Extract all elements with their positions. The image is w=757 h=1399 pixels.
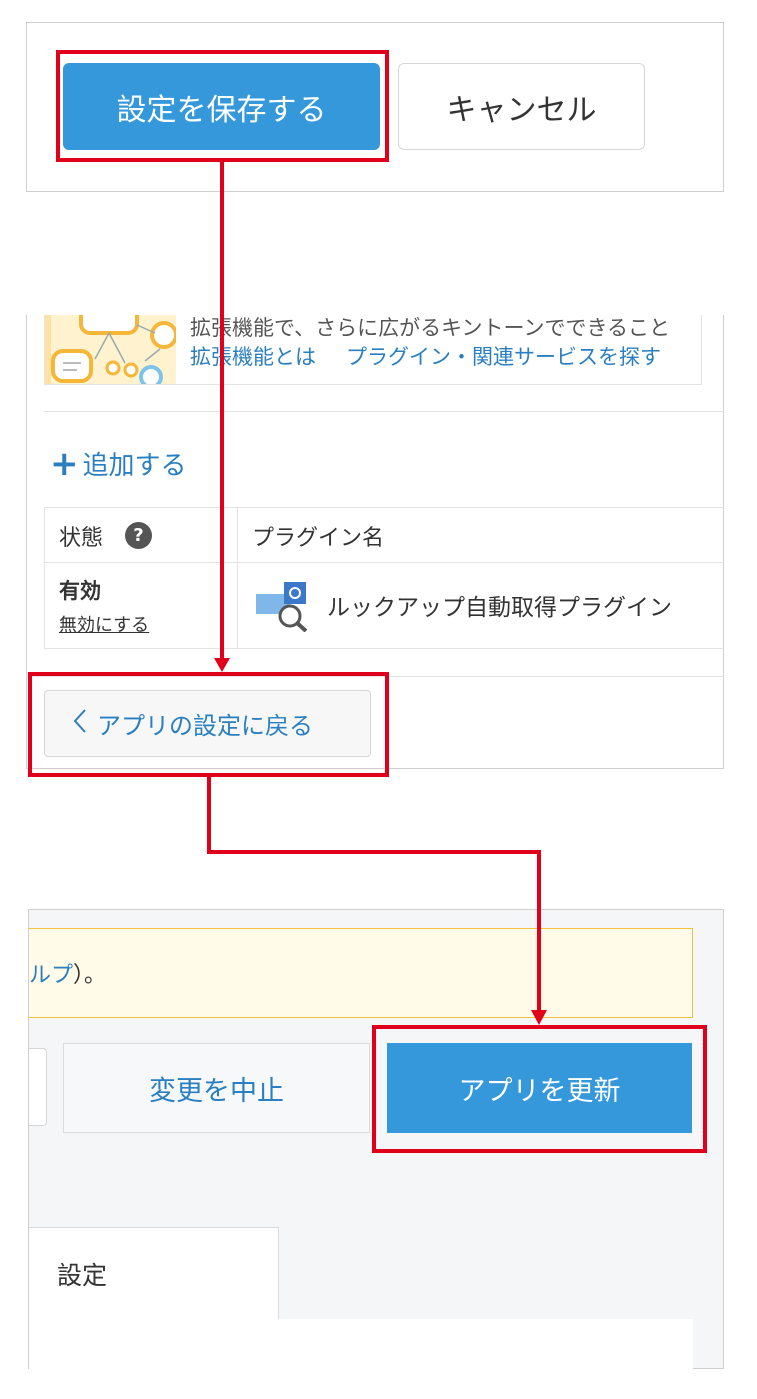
find-plugins-link[interactable]: プラグイン・関連サービスを探す (346, 341, 661, 371)
header-status: 状態 (59, 526, 104, 551)
help-icon[interactable]: ? (125, 522, 152, 549)
highlight-back-button (28, 672, 389, 777)
notice-text: ルプ）。 (29, 957, 106, 989)
help-link[interactable]: ルプ (29, 963, 73, 988)
plugin-name[interactable]: ルックアップ自動取得プラグイン (327, 588, 672, 622)
what-is-extension-link[interactable]: 拡張機能とは (190, 341, 316, 371)
notice-tail: ）。 (73, 963, 107, 988)
add-label: 追加する (82, 451, 187, 481)
cancel-changes-button[interactable]: 変更を中止 (63, 1043, 370, 1133)
plus-icon: + (50, 443, 79, 484)
banner-text: 拡張機能で、さらに広がるキントーンでできること (190, 316, 671, 340)
status-enabled: 有効 (59, 579, 101, 603)
banner-illustration (45, 315, 176, 384)
notice-box (29, 928, 693, 1018)
column-divider (237, 507, 238, 649)
header-plugin-name: プラグイン名 (252, 526, 385, 551)
plugin-icon (254, 582, 310, 633)
add-plugin-link[interactable]: + 追加する (50, 445, 187, 482)
highlight-update-button (372, 1025, 707, 1153)
settings-content (29, 1319, 693, 1369)
partial-button[interactable] (29, 1048, 47, 1126)
highlight-save-button (56, 50, 389, 162)
disable-link[interactable]: 無効にする (59, 611, 149, 637)
divider (44, 411, 724, 412)
cancel-button[interactable]: キャンセル (398, 63, 645, 150)
tab-settings[interactable]: 設定 (29, 1227, 279, 1323)
